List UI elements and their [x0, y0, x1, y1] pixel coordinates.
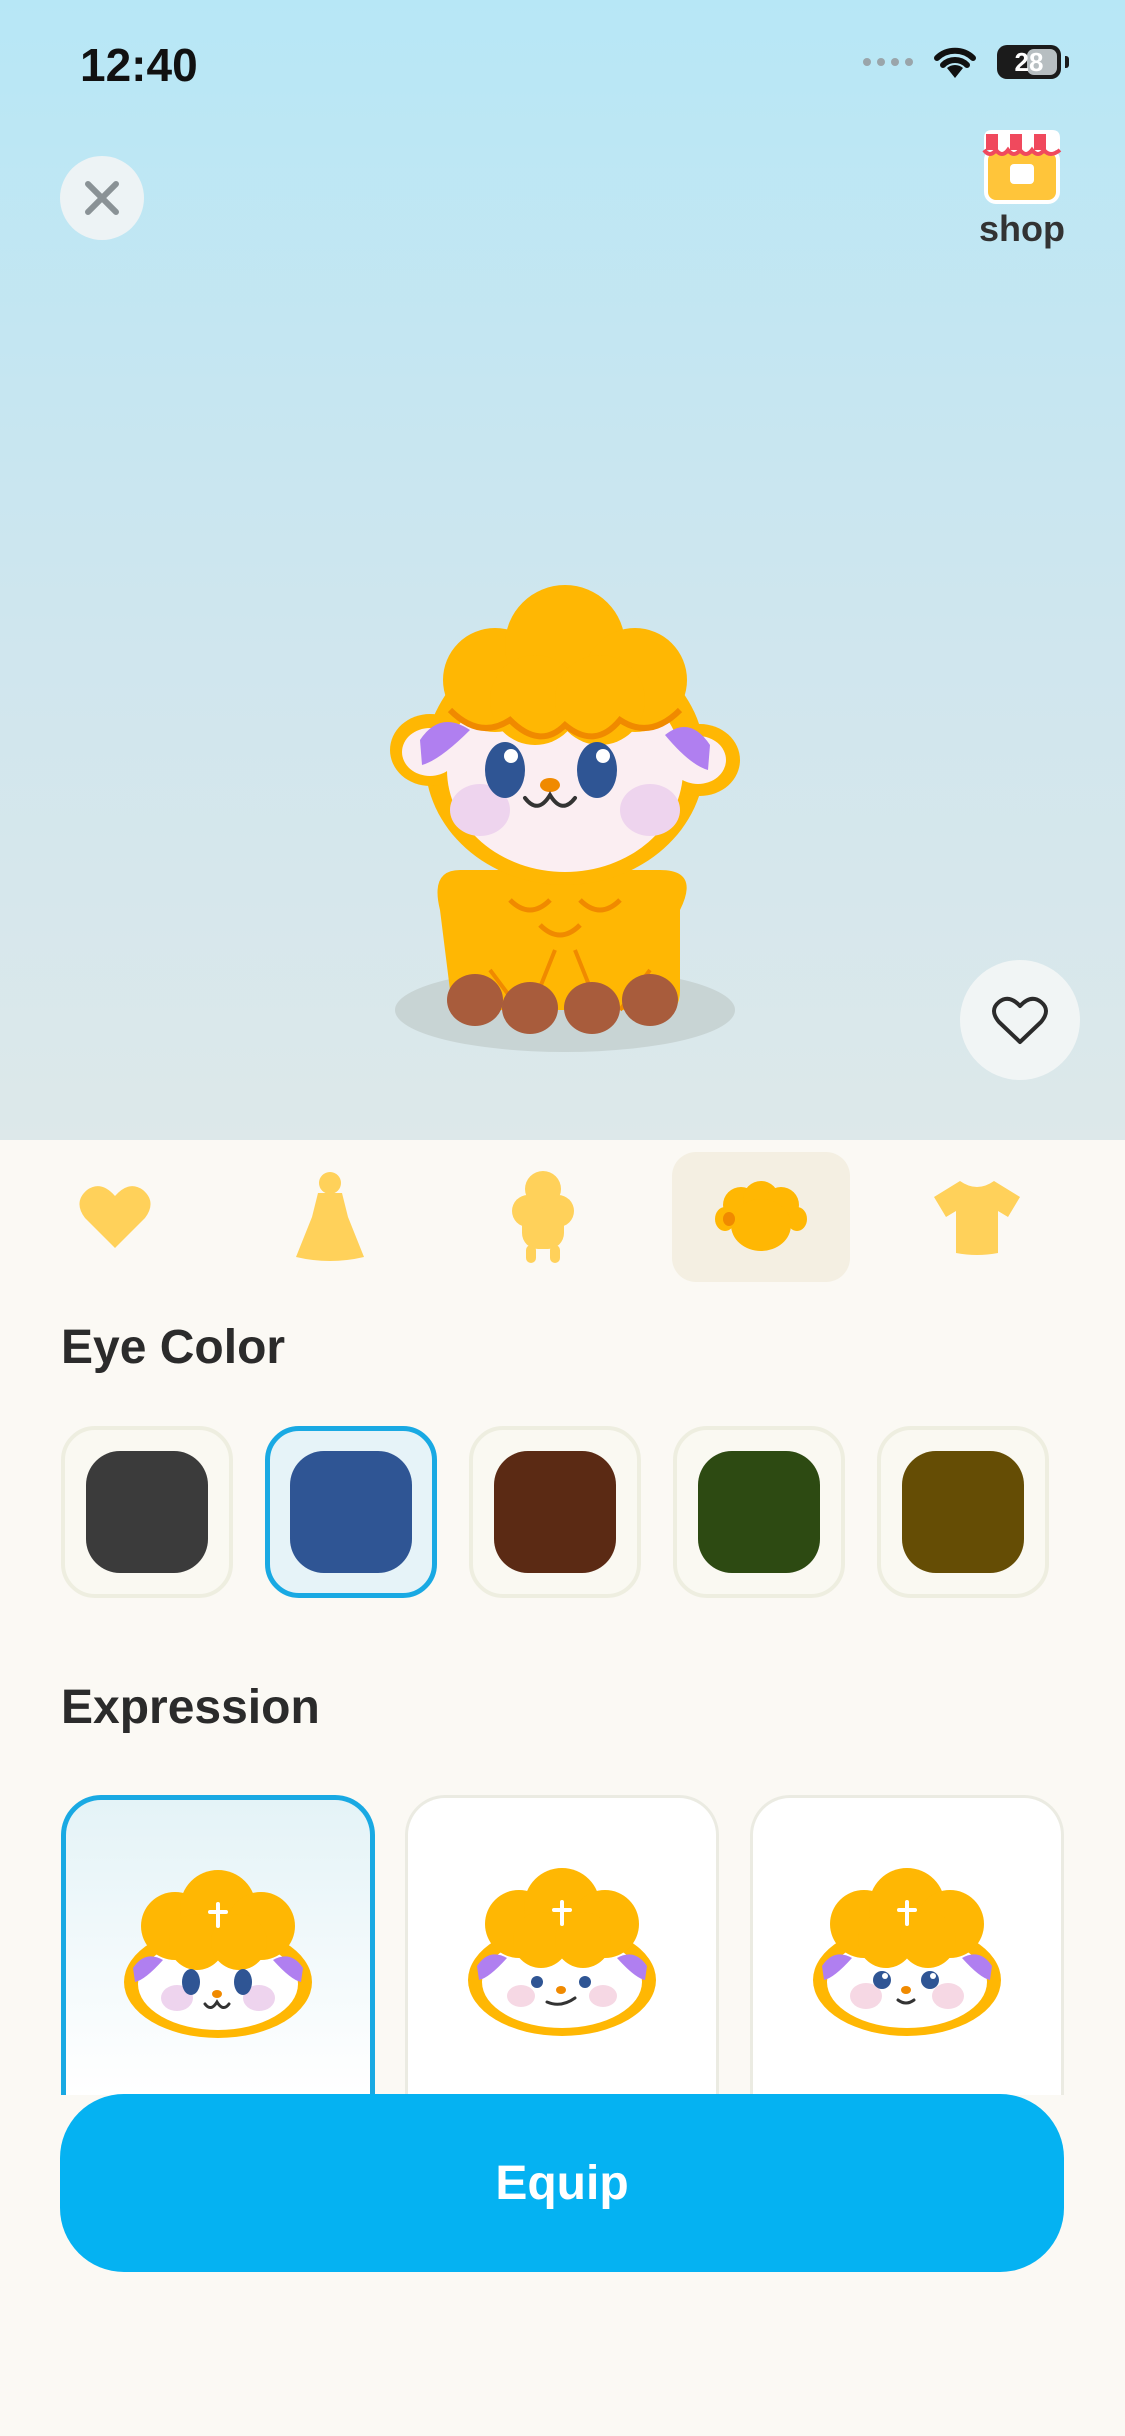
swatch-color — [698, 1451, 820, 1573]
eye-color-swatch-selected[interactable] — [265, 1426, 437, 1598]
tab-clothes[interactable] — [888, 1152, 1066, 1282]
eye-color-swatch[interactable] — [877, 1426, 1049, 1598]
lamb-face-blush-icon — [813, 1868, 1001, 2036]
lamb-character — [390, 585, 740, 1052]
battery-level: 28 — [1014, 46, 1044, 77]
shop-icon — [982, 130, 1062, 204]
equip-button[interactable]: Equip — [60, 2094, 1064, 2272]
swatch-color — [290, 1451, 412, 1573]
swatch-color — [86, 1451, 208, 1573]
lamb-face-smirk-icon — [468, 1868, 656, 2036]
expression-title: Expression — [61, 1681, 320, 1734]
signal-icon — [863, 58, 913, 66]
battery-icon: 28 — [997, 45, 1069, 79]
close-button[interactable] — [60, 156, 144, 240]
status-time: 12:40 — [80, 39, 198, 91]
expression-card[interactable] — [405, 1795, 719, 2095]
lamb-body-icon — [512, 1171, 574, 1263]
heart-icon — [79, 1186, 151, 1248]
swatch-color — [902, 1451, 1024, 1573]
expression-card-selected[interactable] — [61, 1795, 375, 2095]
eye-color-swatch[interactable] — [469, 1426, 641, 1598]
tab-outfit[interactable] — [241, 1152, 419, 1282]
tab-body[interactable] — [454, 1152, 632, 1282]
status-bar-icons: 28 — [863, 44, 1069, 80]
expression-card[interactable] — [750, 1795, 1064, 2095]
swatch-color — [494, 1451, 616, 1573]
tab-face[interactable] — [672, 1152, 850, 1282]
favorite-button[interactable] — [960, 960, 1080, 1080]
heart-outline-icon — [992, 996, 1048, 1044]
eye-color-title: Eye Color — [61, 1321, 286, 1374]
shop-label: shop — [979, 208, 1065, 249]
eye-color-swatch[interactable] — [673, 1426, 845, 1598]
shirt-icon — [934, 1181, 1020, 1255]
wifi-icon — [934, 47, 976, 78]
shop-button[interactable]: shop — [966, 128, 1078, 250]
eye-color-swatch[interactable] — [61, 1426, 233, 1598]
dress-icon — [296, 1172, 364, 1261]
category-tabs — [0, 1152, 1125, 1286]
tab-favorites[interactable] — [26, 1152, 204, 1282]
avatar-preview: 12:40 28 shop — [0, 0, 1125, 1140]
lamb-head-icon — [715, 1181, 807, 1251]
lamb-face-smile-icon — [124, 1870, 312, 2038]
close-icon — [85, 181, 119, 215]
